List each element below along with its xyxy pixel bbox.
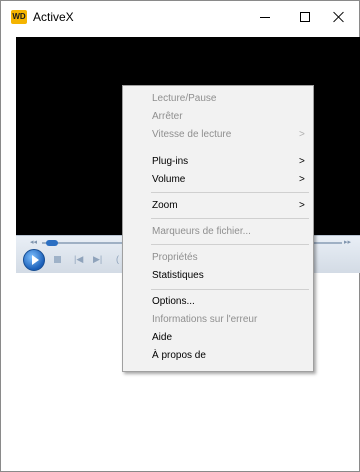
menu-item-aide[interactable]: Aide — [123, 329, 313, 346]
more-controls-icon[interactable]: ( — [116, 254, 119, 264]
seek-thumb[interactable] — [46, 240, 58, 246]
menu-item-statistiques[interactable]: Statistiques — [123, 267, 313, 284]
submenu-arrow-icon: > — [299, 129, 305, 140]
minimize-button[interactable] — [245, 1, 285, 33]
menu-item-plug-ins[interactable]: Plug-ins > — [123, 153, 313, 170]
submenu-arrow-icon: > — [299, 200, 305, 211]
close-icon — [333, 11, 345, 23]
menu-item-marqueurs-de-fichier[interactable]: Marqueurs de fichier... — [123, 223, 313, 240]
context-menu: Lecture/Pause Arrêter Vitesse de lecture… — [122, 85, 314, 372]
menu-item-informations-erreur[interactable]: Informations sur l'erreur — [123, 311, 313, 328]
menu-item-options[interactable]: Options... — [123, 293, 313, 310]
menu-separator — [151, 289, 309, 290]
title-bar[interactable]: WD ActiveX — [1, 1, 359, 33]
menu-item-lecture-pause[interactable]: Lecture/Pause — [123, 90, 313, 107]
menu-separator — [151, 218, 309, 219]
menu-item-label: Zoom — [152, 200, 178, 211]
menu-item-label: Volume — [152, 174, 186, 185]
menu-item-label: Propriétés — [152, 252, 198, 263]
menu-separator — [151, 192, 309, 193]
menu-item-label: Plug-ins — [152, 156, 189, 167]
menu-item-label: Options... — [152, 296, 195, 307]
menu-item-label: Aide — [152, 332, 173, 343]
menu-item-zoom[interactable]: Zoom > — [123, 197, 313, 214]
close-button[interactable] — [319, 1, 359, 33]
menu-item-label: Arrêter — [152, 111, 183, 122]
app-icon: WD — [11, 10, 27, 24]
previous-icon[interactable]: |◀ — [74, 254, 83, 264]
menu-item-label: Statistiques — [152, 270, 204, 281]
play-icon[interactable] — [23, 249, 45, 271]
menu-item-vitesse-de-lecture[interactable]: Vitesse de lecture > — [123, 126, 313, 143]
menu-item-label: À propos de — [152, 350, 206, 361]
menu-item-arreter[interactable]: Arrêter — [123, 108, 313, 125]
window-title: ActiveX — [33, 10, 74, 24]
menu-item-volume[interactable]: Volume > — [123, 171, 313, 188]
menu-item-label: Informations sur l'erreur — [152, 314, 258, 325]
menu-item-a-propos-de[interactable]: À propos de — [123, 347, 313, 364]
menu-item-label: Marqueurs de fichier... — [152, 226, 251, 237]
minimize-icon — [260, 16, 270, 18]
menu-separator — [151, 244, 309, 245]
seek-back-indicator: ◂◂ — [30, 239, 38, 246]
activex-window: WD ActiveX ◂◂ ▸▸ |◀ ▶| ( Lecture/Pause A… — [0, 0, 360, 472]
submenu-arrow-icon: > — [299, 156, 305, 167]
menu-item-label: Lecture/Pause — [152, 93, 217, 104]
submenu-arrow-icon: > — [299, 174, 305, 185]
maximize-icon — [300, 12, 310, 22]
seek-forward-indicator: ▸▸ — [344, 239, 352, 246]
next-icon[interactable]: ▶| — [93, 254, 102, 264]
menu-item-proprietes[interactable]: Propriétés — [123, 249, 313, 266]
stop-icon[interactable] — [54, 256, 61, 263]
menu-item-label: Vitesse de lecture — [152, 129, 232, 140]
